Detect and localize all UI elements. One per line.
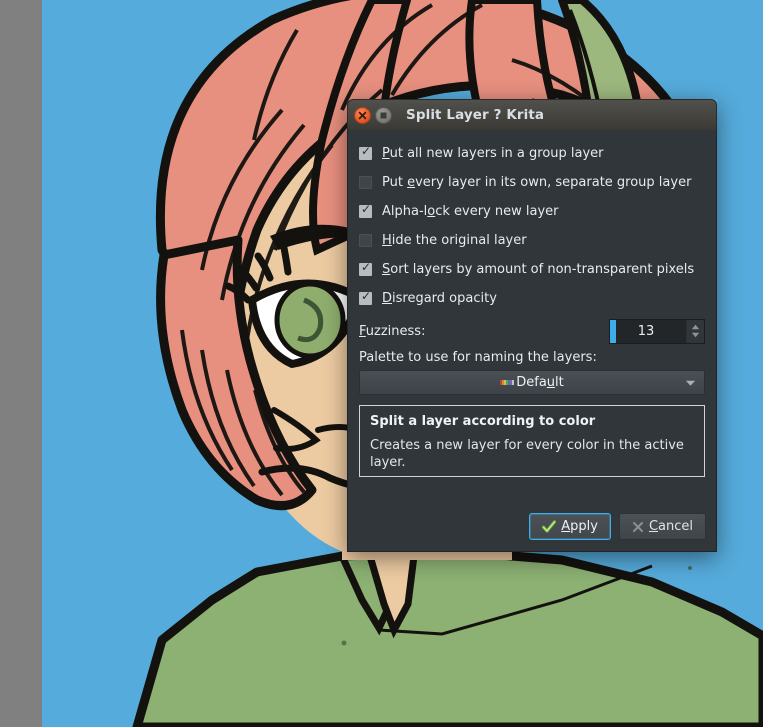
checkbox-indicator-unchecked[interactable] <box>359 176 372 189</box>
dialog-body: Put all new layers in a group layer Put … <box>347 130 717 552</box>
palette-selected-value: Default <box>516 375 564 390</box>
checkbox-label: Put every layer in its own, separate gro… <box>382 175 692 190</box>
split-layer-dialog: Split Layer ? Krita Put all new layers i… <box>347 99 717 552</box>
dialog-title: Split Layer ? Krita <box>406 107 545 123</box>
checkbox-put-every-layer-in-own-group-layer[interactable]: Put every layer in its own, separate gro… <box>348 168 716 197</box>
checkbox-indicator-checked[interactable] <box>359 203 372 218</box>
color-palette-swatch-icon <box>500 379 515 385</box>
apply-button[interactable]: Apply <box>529 513 611 540</box>
palette-combobox[interactable]: Default <box>359 370 705 395</box>
checkbox-hide-the-original-layer[interactable]: Hide the original layer <box>348 226 716 255</box>
fuzziness-spinbox[interactable]: 13 <box>609 318 705 344</box>
checkbox-label: Disregard opacity <box>382 291 497 306</box>
maximize-square-icon[interactable] <box>375 106 392 124</box>
description-box: Split a layer according to color Creates… <box>359 405 705 477</box>
checkbox-label: Put all new layers in a group layer <box>382 146 604 161</box>
dialog-button-row: Apply Cancel <box>529 513 706 540</box>
options-list: Put all new layers in a group layer Put … <box>348 130 716 313</box>
fuzziness-row: Fuzziness: 13 <box>348 318 716 344</box>
chevron-down-icon[interactable] <box>685 379 696 386</box>
green-check-icon <box>542 519 557 534</box>
checkbox-indicator-unchecked[interactable] <box>359 234 372 247</box>
dialog-titlebar[interactable]: Split Layer ? Krita <box>347 99 717 130</box>
close-icon[interactable] <box>354 106 371 124</box>
checkbox-indicator-checked[interactable] <box>359 145 372 160</box>
checkbox-label: Hide the original layer <box>382 233 527 248</box>
checkbox-indicator-checked[interactable] <box>359 261 372 276</box>
checkbox-label: Sort layers by amount of non-transparent… <box>382 262 695 277</box>
cancel-button-label: Cancel <box>648 519 693 534</box>
apply-button-label: Apply <box>561 519 598 534</box>
fuzziness-label: Fuzziness: <box>359 323 426 339</box>
chevron-down-icon[interactable] <box>691 330 700 338</box>
description-text: Creates a new layer for every color in t… <box>370 438 684 470</box>
description-title: Split a layer according to color <box>370 414 596 429</box>
screen: Split Layer ? Krita Put all new layers i… <box>0 0 763 727</box>
palette-label: Palette to use for naming the layers: <box>359 350 597 365</box>
spinbox-arrows[interactable] <box>686 319 704 343</box>
palette-combobox-content: Default <box>500 375 564 390</box>
fuzziness-value[interactable]: 13 <box>616 320 686 343</box>
checkbox-indicator-checked[interactable] <box>359 290 372 305</box>
checkbox-sort-layers-by-non-transparent-pixels[interactable]: Sort layers by amount of non-transparent… <box>348 255 716 284</box>
checkbox-put-all-new-layers-in-group-layer[interactable]: Put all new layers in a group layer <box>348 139 716 168</box>
grey-x-icon <box>632 521 644 533</box>
checkbox-disregard-opacity[interactable]: Disregard opacity <box>348 284 716 313</box>
checkbox-label: Alpha-lock every new layer <box>382 204 559 219</box>
cancel-button[interactable]: Cancel <box>618 513 706 540</box>
checkbox-alpha-lock-every-new-layer[interactable]: Alpha-lock every new layer <box>348 197 716 226</box>
